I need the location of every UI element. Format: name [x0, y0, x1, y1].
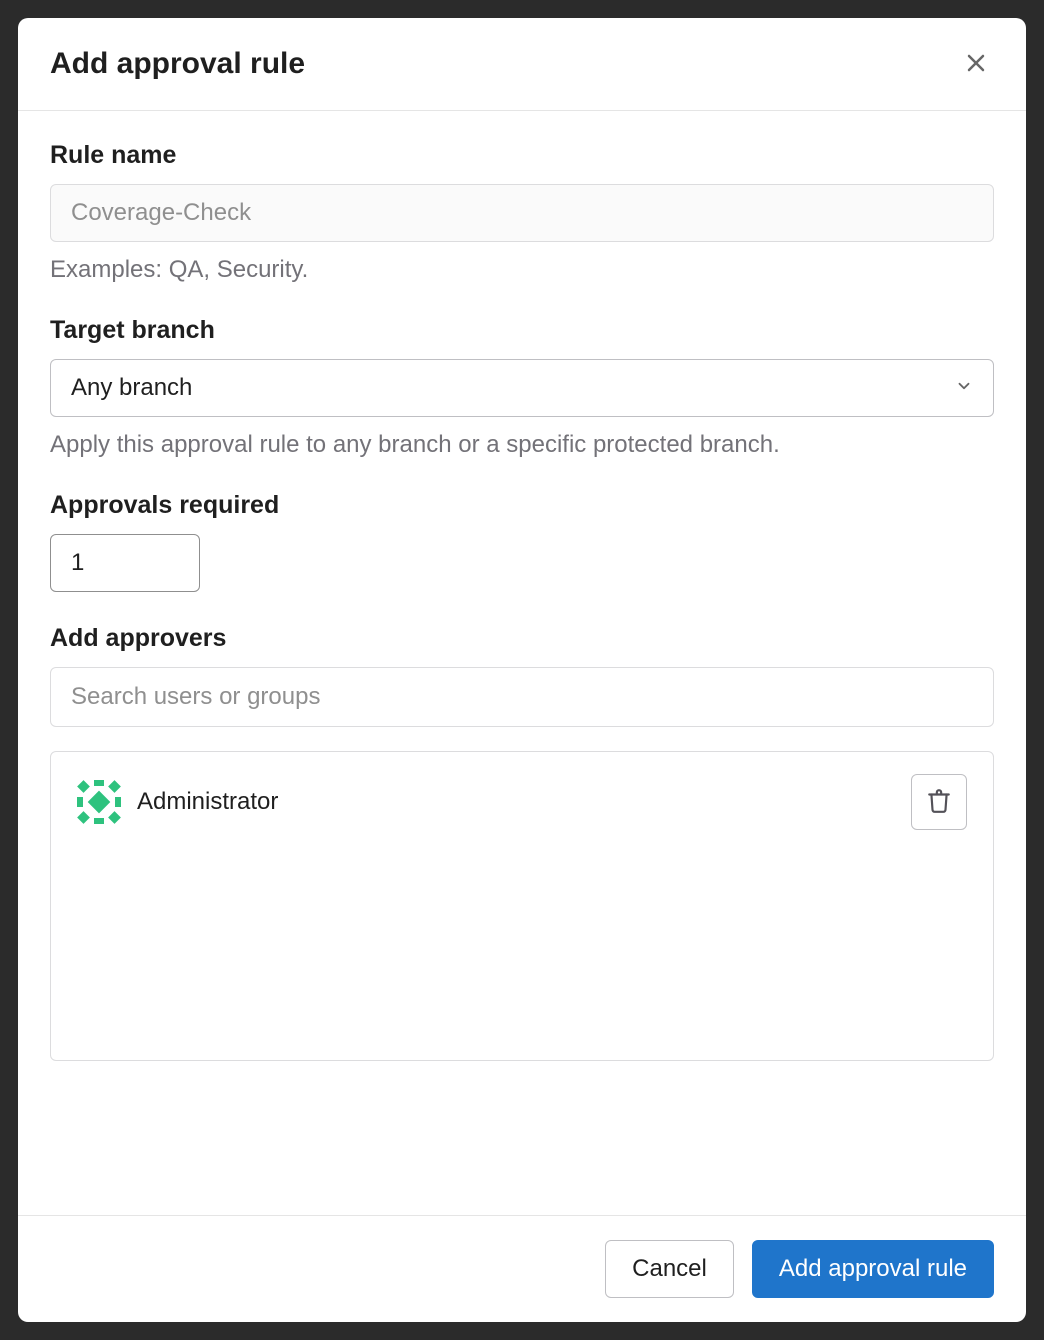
trash-icon [926, 788, 952, 817]
target-branch-select-wrap: Any branch [50, 359, 994, 417]
modal-title: Add approval rule [50, 47, 305, 81]
target-branch-select[interactable]: Any branch [50, 359, 994, 417]
add-approvers-group: Add approvers [50, 624, 994, 1061]
rule-name-group: Rule name Examples: QA, Security. [50, 141, 994, 284]
rule-name-input[interactable] [50, 184, 994, 242]
target-branch-help: Apply this approval rule to any branch o… [50, 431, 994, 459]
approvers-search-input[interactable] [50, 667, 994, 727]
add-approval-rule-modal: Add approval rule Rule name Examples: QA… [18, 18, 1026, 1322]
approver-name: Administrator [137, 788, 278, 816]
close-button[interactable] [958, 46, 994, 82]
close-icon [964, 51, 988, 78]
avatar [77, 780, 121, 824]
rule-name-help: Examples: QA, Security. [50, 256, 994, 284]
approver-row: Administrator [77, 774, 967, 830]
target-branch-value: Any branch [71, 374, 192, 402]
modal-body: Rule name Examples: QA, Security. Target… [18, 111, 1026, 1215]
approvers-list: Administrator [50, 751, 994, 1061]
add-approvers-label: Add approvers [50, 624, 994, 653]
submit-button[interactable]: Add approval rule [752, 1240, 994, 1298]
modal-footer: Cancel Add approval rule [18, 1215, 1026, 1322]
target-branch-group: Target branch Any branch Apply this appr… [50, 316, 994, 459]
remove-approver-button[interactable] [911, 774, 967, 830]
approvals-required-group: Approvals required [50, 491, 994, 592]
modal-header: Add approval rule [18, 18, 1026, 111]
cancel-button[interactable]: Cancel [605, 1240, 734, 1298]
chevron-down-icon [955, 374, 973, 402]
target-branch-label: Target branch [50, 316, 994, 345]
approvals-required-label: Approvals required [50, 491, 994, 520]
rule-name-label: Rule name [50, 141, 994, 170]
approvals-required-input[interactable] [50, 534, 200, 592]
approver-info: Administrator [77, 780, 278, 824]
